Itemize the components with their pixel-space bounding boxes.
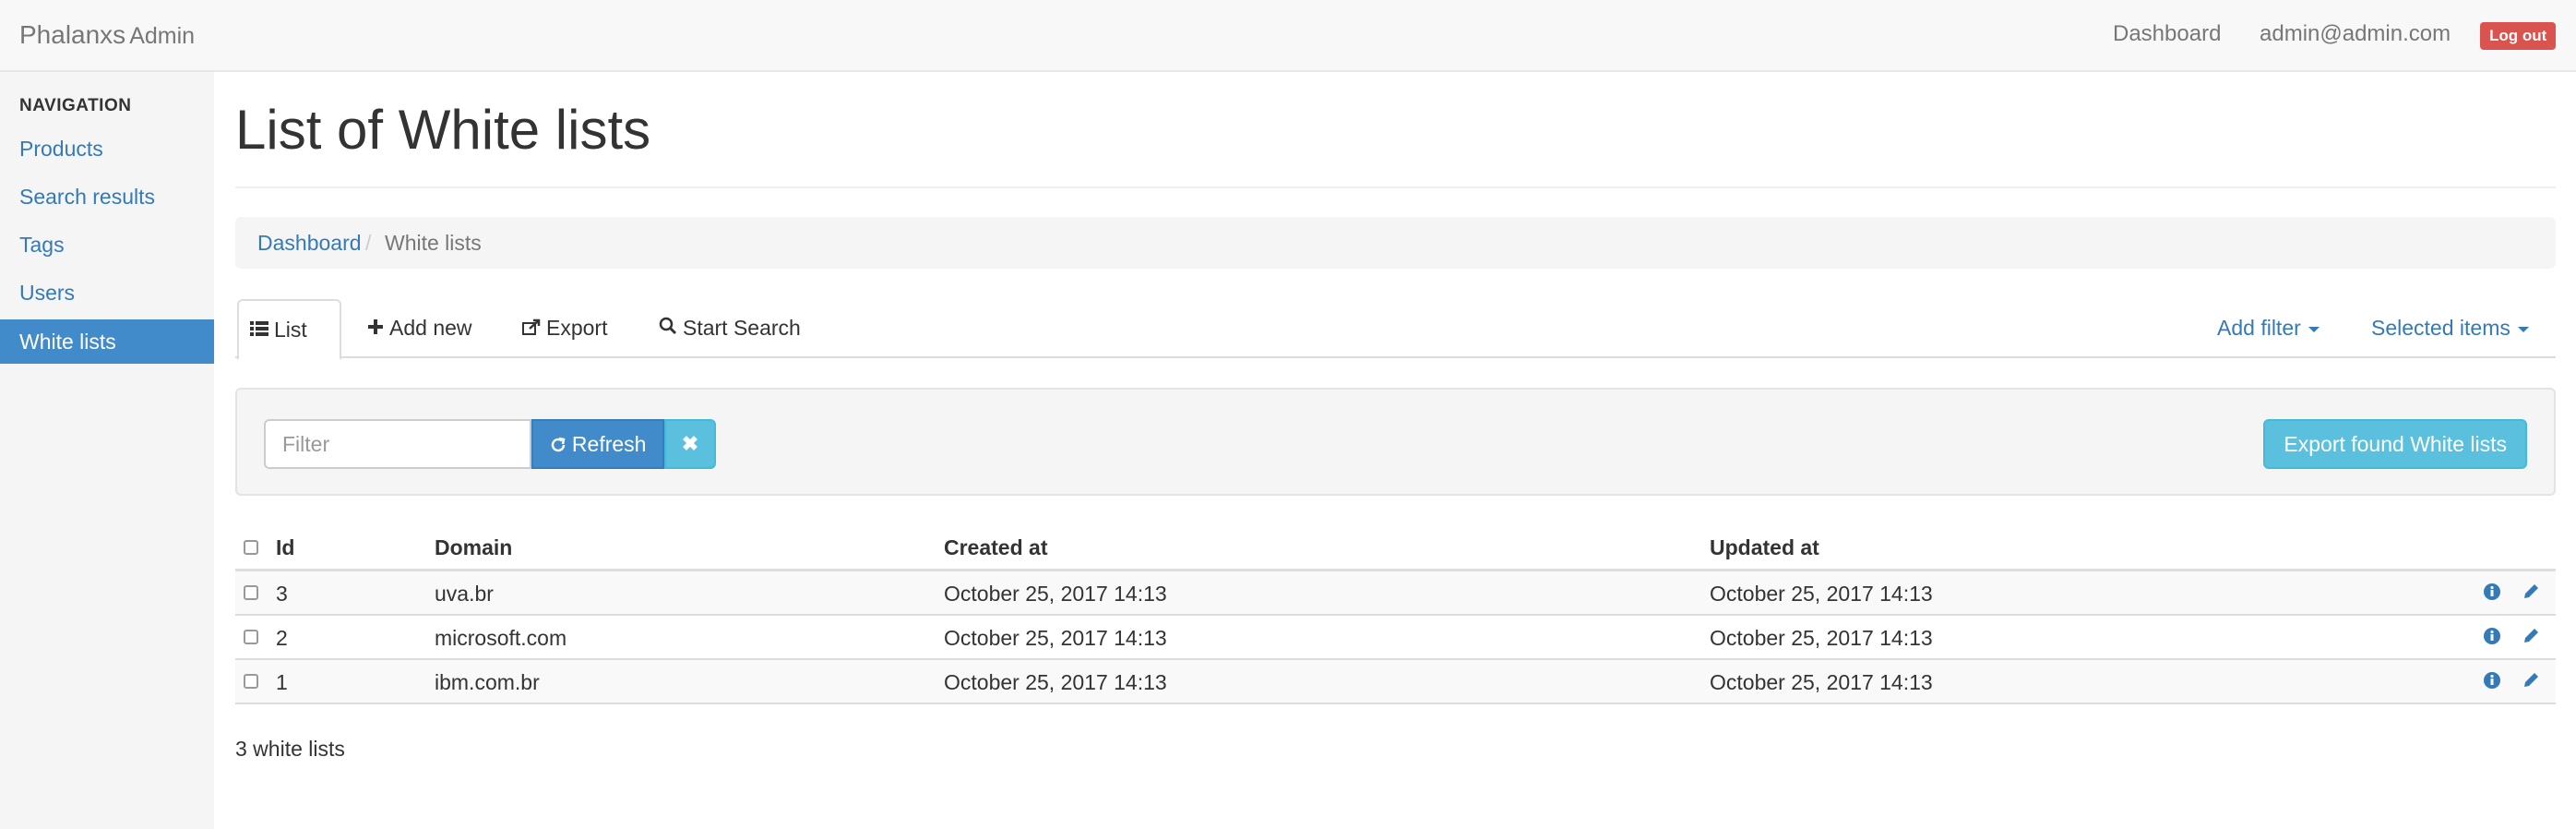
table-row: 2 microsoft.com October 25, 2017 14:13 O… <box>235 616 2556 660</box>
cell-domain: microsoft.com <box>435 626 567 650</box>
cell-domain: ibm.com.br <box>435 670 540 694</box>
page-title: List of White lists <box>235 99 651 161</box>
sidebar-item-search-results[interactable]: Search results <box>0 174 214 219</box>
breadcrumb-dashboard-link[interactable]: Dashboard <box>257 217 362 269</box>
tab-start-search[interactable]: Start Search <box>648 299 812 357</box>
search-icon <box>659 299 677 357</box>
filter-input[interactable] <box>264 419 531 469</box>
sidebar-heading: NAVIGATION <box>19 96 132 115</box>
tab-export[interactable]: Export <box>511 299 618 357</box>
cell-created-at: October 25, 2017 14:13 <box>944 582 1167 606</box>
brand-subtitle: Admin <box>129 23 196 49</box>
sidebar: NAVIGATION Products Search results Tags … <box>0 72 214 829</box>
brand-name: Phalanxs <box>19 20 126 49</box>
cell-id: 1 <box>276 670 288 694</box>
column-header-id[interactable]: Id <box>276 535 294 560</box>
clear-filter-button[interactable]: ✖ <box>664 419 716 469</box>
info-icon[interactable] <box>2483 583 2501 606</box>
cell-created-at: October 25, 2017 14:13 <box>944 626 1167 650</box>
total-count: 3 white lists <box>235 737 345 761</box>
tab-list-label: List <box>274 318 307 342</box>
sidebar-item-tags[interactable]: Tags <box>0 222 214 267</box>
caret-down-icon <box>2517 326 2529 332</box>
table-header: Id Domain Created at Updated at <box>235 526 2556 571</box>
tab-start-search-label: Start Search <box>683 316 801 340</box>
cell-updated-at: October 25, 2017 14:13 <box>1710 670 1933 694</box>
user-email[interactable]: admin@admin.com <box>2260 21 2451 47</box>
sidebar-item-white-lists[interactable]: White lists <box>0 319 214 364</box>
cell-id: 2 <box>276 626 288 650</box>
refresh-button[interactable]: Refresh <box>531 419 664 469</box>
sidebar-item-products[interactable]: Products <box>0 126 214 171</box>
info-icon[interactable] <box>2483 671 2501 694</box>
add-filter-label: Add filter <box>2217 316 2301 340</box>
table-row: 1 ibm.com.br October 25, 2017 14:13 Octo… <box>235 660 2556 704</box>
selected-items-label: Selected items <box>2371 316 2510 340</box>
selected-items-dropdown[interactable]: Selected items <box>2371 299 2529 357</box>
export-found-button[interactable]: Export found White lists <box>2263 419 2527 469</box>
add-filter-dropdown[interactable]: Add filter <box>2217 299 2320 357</box>
filter-panel: Refresh ✖ Export found White lists <box>235 388 2556 496</box>
breadcrumb-separator: / <box>365 231 372 255</box>
cell-domain: uva.br <box>435 582 494 606</box>
logout-button[interactable]: Log out <box>2480 22 2557 50</box>
row-checkbox[interactable] <box>244 585 258 600</box>
column-header-created-at[interactable]: Created at <box>944 535 1047 560</box>
tab-export-label: Export <box>546 316 608 340</box>
tab-add-new[interactable]: Add new <box>356 299 483 357</box>
table-row: 3 uva.br October 25, 2017 14:13 October … <box>235 571 2556 616</box>
title-divider <box>235 186 2556 188</box>
breadcrumb: Dashboard / White lists <box>235 217 2556 269</box>
pencil-icon[interactable] <box>2522 627 2540 650</box>
plus-icon <box>367 299 384 357</box>
column-header-domain[interactable]: Domain <box>435 535 512 560</box>
tab-list[interactable]: List <box>237 299 341 360</box>
brand-logo[interactable]: Phalanxs Admin <box>19 20 195 50</box>
tab-add-new-label: Add new <box>389 316 472 340</box>
refresh-icon <box>550 432 572 456</box>
top-navbar: Phalanxs Admin Dashboard admin@admin.com … <box>0 0 2576 72</box>
cell-updated-at: October 25, 2017 14:13 <box>1710 582 1933 606</box>
column-header-updated-at[interactable]: Updated at <box>1710 535 1819 560</box>
caret-down-icon <box>2308 326 2320 332</box>
pencil-icon[interactable] <box>2522 583 2540 606</box>
cell-created-at: October 25, 2017 14:13 <box>944 670 1167 694</box>
row-checkbox[interactable] <box>244 674 258 689</box>
breadcrumb-current: White lists <box>385 231 482 255</box>
row-checkbox[interactable] <box>244 630 258 644</box>
sidebar-item-users[interactable]: Users <box>0 270 214 315</box>
nav-dashboard-link[interactable]: Dashboard <box>2113 21 2221 47</box>
refresh-label: Refresh <box>571 432 647 456</box>
pencil-icon[interactable] <box>2522 671 2540 694</box>
select-all-checkbox[interactable] <box>244 540 258 555</box>
list-icon <box>250 301 268 358</box>
share-icon <box>522 299 541 357</box>
info-icon[interactable] <box>2483 627 2501 650</box>
cell-id: 3 <box>276 582 288 606</box>
close-icon: ✖ <box>681 432 699 455</box>
cell-updated-at: October 25, 2017 14:13 <box>1710 626 1933 650</box>
